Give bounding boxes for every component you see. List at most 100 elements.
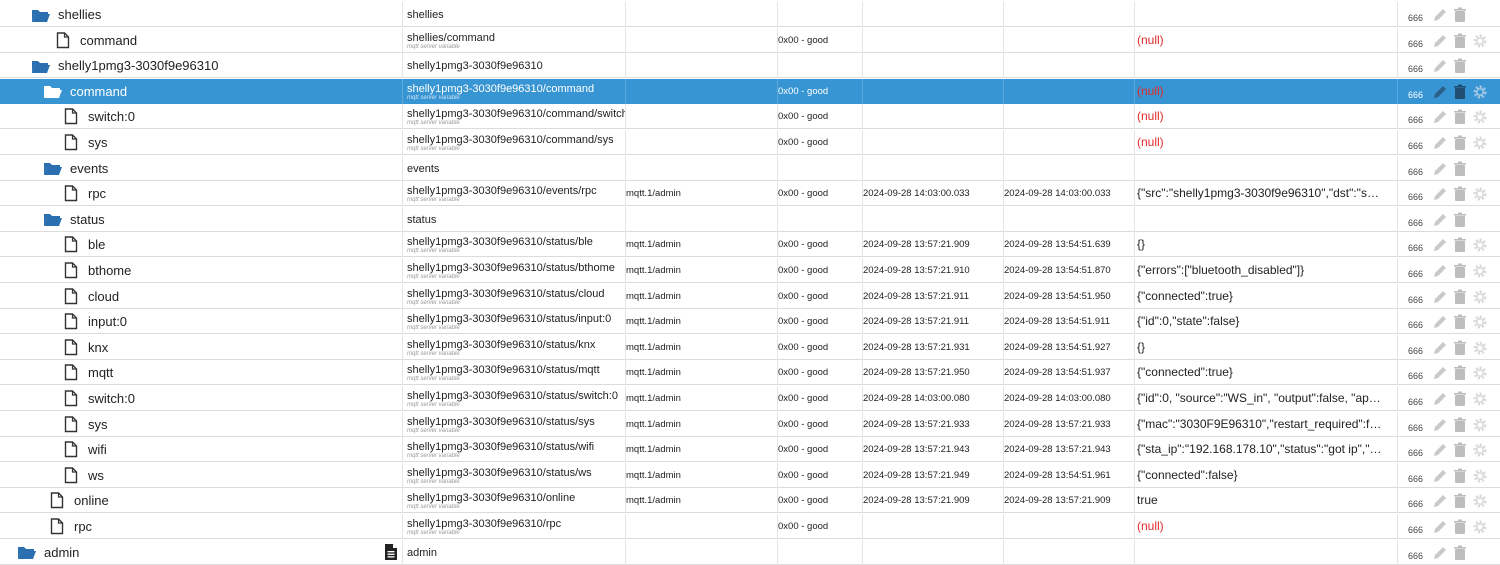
name-cell[interactable]: sys xyxy=(0,130,403,155)
settings-gear-icon[interactable] xyxy=(1470,339,1490,357)
name-cell[interactable]: knx xyxy=(0,334,403,360)
settings-gear-icon[interactable] xyxy=(1470,134,1490,152)
delete-trash-icon[interactable] xyxy=(1450,339,1470,357)
delete-trash-icon[interactable] xyxy=(1450,492,1470,510)
object-value[interactable]: {"connected":true} xyxy=(1137,360,1395,385)
object-value[interactable]: {"id":0, "source":"WS_in", "output":fals… xyxy=(1137,386,1395,411)
edit-pencil-icon[interactable] xyxy=(1430,441,1450,459)
name-cell[interactable]: wifi xyxy=(0,437,403,463)
edit-pencil-icon[interactable] xyxy=(1430,211,1450,229)
tree-row[interactable]: shelly1pmg3-3030f9e96310 shelly1pmg3-3030… xyxy=(0,53,1500,79)
value-cell[interactable]: {} xyxy=(1135,232,1398,258)
tree-row[interactable]: status status 666 xyxy=(0,206,1500,232)
delete-trash-icon[interactable] xyxy=(1450,262,1470,280)
edit-pencil-icon[interactable] xyxy=(1430,390,1450,408)
edit-pencil-icon[interactable] xyxy=(1430,544,1450,562)
object-value[interactable]: {"src":"shelly1pmg3-3030f9e96310","dst":… xyxy=(1137,181,1395,206)
value-cell[interactable]: {"src":"shelly1pmg3-3030f9e96310","dst":… xyxy=(1135,181,1398,207)
value-cell[interactable]: {"connected":false} xyxy=(1135,462,1398,488)
object-value[interactable]: (null) xyxy=(1137,79,1395,104)
edit-pencil-icon[interactable] xyxy=(1430,492,1450,510)
name-cell[interactable]: input:0 xyxy=(0,309,403,335)
name-cell[interactable]: ws xyxy=(0,462,403,488)
value-cell[interactable]: (null) xyxy=(1135,130,1398,155)
delete-trash-icon[interactable] xyxy=(1450,211,1470,229)
delete-trash-icon[interactable] xyxy=(1450,544,1470,562)
settings-gear-icon[interactable] xyxy=(1470,492,1490,510)
settings-gear-icon[interactable] xyxy=(1470,185,1490,203)
object-value[interactable]: {"connected":false} xyxy=(1137,463,1395,488)
tree-row[interactable]: shellies shellies 666 xyxy=(0,2,1500,27)
folder-open-icon[interactable] xyxy=(30,55,52,77)
object-value[interactable] xyxy=(1137,53,1395,78)
edit-pencil-icon[interactable] xyxy=(1430,313,1450,331)
tree-row[interactable]: rpc shelly1pmg3-3030f9e96310/events/rpc mq… xyxy=(0,181,1500,207)
name-cell[interactable]: events xyxy=(0,155,403,181)
object-value[interactable]: (null) xyxy=(1137,28,1395,53)
value-cell[interactable]: {"id":0, "source":"WS_in", "output":fals… xyxy=(1135,386,1398,411)
name-cell[interactable]: status xyxy=(0,206,403,232)
delete-trash-icon[interactable] xyxy=(1450,134,1470,152)
value-cell[interactable]: {"id":0,"state":false} xyxy=(1135,309,1398,335)
tree-row[interactable]: ble shelly1pmg3-3030f9e96310/status/ble mq… xyxy=(0,232,1500,258)
value-cell[interactable]: (null) xyxy=(1135,514,1398,539)
name-cell[interactable]: rpc xyxy=(0,181,403,207)
value-cell[interactable]: {} xyxy=(1135,334,1398,360)
delete-trash-icon[interactable] xyxy=(1450,441,1470,459)
settings-gear-icon[interactable] xyxy=(1470,467,1490,485)
tree-row[interactable]: bthome shelly1pmg3-3030f9e96310/status/bt… xyxy=(0,258,1500,283)
tree-row[interactable]: admin admin 666 xyxy=(0,539,1500,565)
name-cell[interactable]: mqtt xyxy=(0,360,403,386)
settings-gear-icon[interactable] xyxy=(1470,364,1490,382)
name-cell[interactable]: shellies xyxy=(0,2,403,27)
value-cell[interactable] xyxy=(1135,53,1398,79)
settings-gear-icon[interactable] xyxy=(1470,262,1490,280)
delete-trash-icon[interactable] xyxy=(1450,6,1470,24)
object-value[interactable] xyxy=(1137,2,1395,27)
settings-gear-icon[interactable] xyxy=(1470,32,1490,50)
edit-pencil-icon[interactable] xyxy=(1430,288,1450,306)
value-cell[interactable]: {"errors":["bluetooth_disabled"]} xyxy=(1135,258,1398,283)
value-cell[interactable] xyxy=(1135,2,1398,27)
delete-trash-icon[interactable] xyxy=(1450,518,1470,536)
object-value[interactable]: {"connected":true} xyxy=(1137,284,1395,309)
object-value[interactable] xyxy=(1137,207,1395,232)
edit-pencil-icon[interactable] xyxy=(1430,134,1450,152)
name-cell[interactable]: sys xyxy=(0,411,403,437)
edit-pencil-icon[interactable] xyxy=(1430,467,1450,485)
tree-row[interactable]: rpc shelly1pmg3-3030f9e96310/rpc mqtt serv… xyxy=(0,514,1500,539)
name-cell[interactable]: online xyxy=(0,488,403,514)
edit-pencil-icon[interactable] xyxy=(1430,32,1450,50)
settings-gear-icon[interactable] xyxy=(1470,390,1490,408)
edit-pencil-icon[interactable] xyxy=(1430,83,1450,101)
tree-row[interactable]: mqtt shelly1pmg3-3030f9e96310/status/mqtt… xyxy=(0,360,1500,386)
value-cell[interactable] xyxy=(1135,155,1398,181)
tree-row[interactable]: switch:0 shelly1pmg3-3030f9e96310/status/… xyxy=(0,386,1500,411)
settings-gear-icon[interactable] xyxy=(1470,518,1490,536)
object-value[interactable]: (null) xyxy=(1137,104,1395,129)
tree-row[interactable]: command shellies/command mqtt server varia… xyxy=(0,27,1500,53)
settings-gear-icon[interactable] xyxy=(1470,416,1490,434)
delete-trash-icon[interactable] xyxy=(1450,32,1470,50)
delete-trash-icon[interactable] xyxy=(1450,313,1470,331)
object-value[interactable] xyxy=(1137,156,1395,181)
delete-trash-icon[interactable] xyxy=(1450,108,1470,126)
value-cell[interactable]: (null) xyxy=(1135,104,1398,130)
folder-open-icon[interactable] xyxy=(42,80,64,102)
delete-trash-icon[interactable] xyxy=(1450,83,1470,101)
delete-trash-icon[interactable] xyxy=(1450,236,1470,254)
name-cell[interactable]: rpc xyxy=(0,514,403,539)
value-cell[interactable]: {"connected":true} xyxy=(1135,360,1398,386)
object-value[interactable] xyxy=(1137,540,1395,565)
tree-row[interactable]: knx shelly1pmg3-3030f9e96310/status/knx mq… xyxy=(0,334,1500,360)
delete-trash-icon[interactable] xyxy=(1450,390,1470,408)
delete-trash-icon[interactable] xyxy=(1450,288,1470,306)
edit-pencil-icon[interactable] xyxy=(1430,108,1450,126)
name-cell[interactable]: switch:0 xyxy=(0,386,403,411)
name-cell[interactable]: switch:0 xyxy=(0,104,403,130)
edit-pencil-icon[interactable] xyxy=(1430,339,1450,357)
object-value[interactable]: {} xyxy=(1137,335,1395,360)
object-value[interactable]: (null) xyxy=(1137,130,1395,155)
value-cell[interactable]: true xyxy=(1135,488,1398,514)
folder-open-icon[interactable] xyxy=(42,157,64,179)
